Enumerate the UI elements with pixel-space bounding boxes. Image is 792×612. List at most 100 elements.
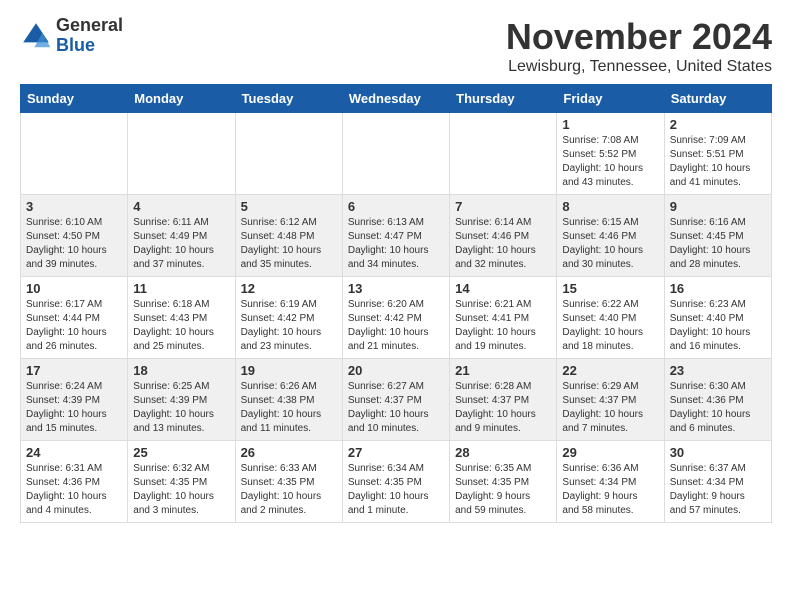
day-info: Sunrise: 6:16 AM Sunset: 4:45 PM Dayligh…	[670, 216, 766, 272]
day-number: 19	[241, 363, 337, 378]
day-number: 17	[26, 363, 122, 378]
calendar-cell: 14 Sunrise: 6:21 AM Sunset: 4:41 PM Dayli…	[450, 277, 557, 359]
day-number: 9	[670, 199, 766, 214]
day-info: Sunrise: 6:14 AM Sunset: 4:46 PM Dayligh…	[455, 216, 551, 272]
day-number: 11	[133, 281, 229, 296]
calendar-cell: 9 Sunrise: 6:16 AM Sunset: 4:45 PM Daylig…	[664, 195, 771, 277]
day-info: Sunrise: 6:23 AM Sunset: 4:40 PM Dayligh…	[670, 298, 766, 354]
calendar-week-row: 3 Sunrise: 6:10 AM Sunset: 4:50 PM Daylig…	[21, 195, 772, 277]
day-number: 2	[670, 117, 766, 132]
calendar-cell: 1 Sunrise: 7:08 AM Sunset: 5:52 PM Daylig…	[557, 113, 664, 195]
calendar-week-row: 24Sunrise: 6:31 AM Sunset: 4:36 PM Dayli…	[21, 441, 772, 523]
day-info: Sunrise: 6:28 AM Sunset: 4:37 PM Dayligh…	[455, 380, 551, 436]
day-number: 25	[133, 445, 229, 460]
calendar-cell: 4 Sunrise: 6:11 AM Sunset: 4:49 PM Daylig…	[128, 195, 235, 277]
month-title: November 2024	[506, 16, 772, 58]
day-info: Sunrise: 6:35 AM Sunset: 4:35 PM Dayligh…	[455, 462, 551, 518]
day-info: Sunrise: 6:12 AM Sunset: 4:48 PM Dayligh…	[241, 216, 337, 272]
day-number: 13	[348, 281, 444, 296]
logo-icon	[20, 20, 52, 52]
day-info: Sunrise: 6:30 AM Sunset: 4:36 PM Dayligh…	[670, 380, 766, 436]
day-number: 4	[133, 199, 229, 214]
day-info: Sunrise: 6:32 AM Sunset: 4:35 PM Dayligh…	[133, 462, 229, 518]
calendar-cell: 24Sunrise: 6:31 AM Sunset: 4:36 PM Dayli…	[21, 441, 128, 523]
calendar-cell: 17 Sunrise: 6:24 AM Sunset: 4:39 PM Dayli…	[21, 359, 128, 441]
day-info: Sunrise: 6:11 AM Sunset: 4:49 PM Dayligh…	[133, 216, 229, 272]
weekday-header-monday: Monday	[128, 85, 235, 113]
day-info: Sunrise: 6:36 AM Sunset: 4:34 PM Dayligh…	[562, 462, 658, 518]
day-number: 6	[348, 199, 444, 214]
page-header: General Blue November 2024 Lewisburg, Te…	[20, 16, 772, 76]
weekday-header-tuesday: Tuesday	[235, 85, 342, 113]
calendar-cell: 6 Sunrise: 6:13 AM Sunset: 4:47 PM Daylig…	[342, 195, 449, 277]
day-info: Sunrise: 6:33 AM Sunset: 4:35 PM Dayligh…	[241, 462, 337, 518]
day-info: Sunrise: 6:22 AM Sunset: 4:40 PM Dayligh…	[562, 298, 658, 354]
day-number: 22	[562, 363, 658, 378]
calendar-cell: 19 Sunrise: 6:26 AM Sunset: 4:38 PM Dayli…	[235, 359, 342, 441]
calendar-table: SundayMondayTuesdayWednesdayThursdayFrid…	[20, 84, 772, 523]
logo-text: General Blue	[56, 16, 123, 56]
day-info: Sunrise: 6:27 AM Sunset: 4:37 PM Dayligh…	[348, 380, 444, 436]
calendar-cell: 5 Sunrise: 6:12 AM Sunset: 4:48 PM Daylig…	[235, 195, 342, 277]
calendar-cell	[128, 113, 235, 195]
day-info: Sunrise: 6:34 AM Sunset: 4:35 PM Dayligh…	[348, 462, 444, 518]
calendar-cell: 20 Sunrise: 6:27 AM Sunset: 4:37 PM Dayli…	[342, 359, 449, 441]
day-info: Sunrise: 6:18 AM Sunset: 4:43 PM Dayligh…	[133, 298, 229, 354]
day-number: 5	[241, 199, 337, 214]
calendar-cell: 18 Sunrise: 6:25 AM Sunset: 4:39 PM Dayli…	[128, 359, 235, 441]
day-number: 21	[455, 363, 551, 378]
day-number: 8	[562, 199, 658, 214]
day-info: Sunrise: 6:19 AM Sunset: 4:42 PM Dayligh…	[241, 298, 337, 354]
calendar-cell	[342, 113, 449, 195]
weekday-header-sunday: Sunday	[21, 85, 128, 113]
calendar-cell: 2 Sunrise: 7:09 AM Sunset: 5:51 PM Daylig…	[664, 113, 771, 195]
logo: General Blue	[20, 16, 123, 56]
day-info: Sunrise: 6:24 AM Sunset: 4:39 PM Dayligh…	[26, 380, 122, 436]
location-subtitle: Lewisburg, Tennessee, United States	[506, 58, 772, 76]
calendar-cell: 30Sunrise: 6:37 AM Sunset: 4:34 PM Dayli…	[664, 441, 771, 523]
calendar-cell: 15 Sunrise: 6:22 AM Sunset: 4:40 PM Dayli…	[557, 277, 664, 359]
day-info: Sunrise: 7:08 AM Sunset: 5:52 PM Dayligh…	[562, 134, 658, 190]
calendar-week-row: 1 Sunrise: 7:08 AM Sunset: 5:52 PM Daylig…	[21, 113, 772, 195]
calendar-cell	[450, 113, 557, 195]
calendar-cell: 26Sunrise: 6:33 AM Sunset: 4:35 PM Dayli…	[235, 441, 342, 523]
calendar-cell: 7 Sunrise: 6:14 AM Sunset: 4:46 PM Daylig…	[450, 195, 557, 277]
day-number: 12	[241, 281, 337, 296]
day-info: Sunrise: 6:29 AM Sunset: 4:37 PM Dayligh…	[562, 380, 658, 436]
day-number: 16	[670, 281, 766, 296]
day-info: Sunrise: 6:10 AM Sunset: 4:50 PM Dayligh…	[26, 216, 122, 272]
calendar-cell: 13 Sunrise: 6:20 AM Sunset: 4:42 PM Dayli…	[342, 277, 449, 359]
day-info: Sunrise: 6:15 AM Sunset: 4:46 PM Dayligh…	[562, 216, 658, 272]
day-number: 14	[455, 281, 551, 296]
weekday-header-row: SundayMondayTuesdayWednesdayThursdayFrid…	[21, 85, 772, 113]
day-number: 7	[455, 199, 551, 214]
calendar-cell: 25 Sunrise: 6:32 AM Sunset: 4:35 PM Dayli…	[128, 441, 235, 523]
calendar-cell: 12 Sunrise: 6:19 AM Sunset: 4:42 PM Dayli…	[235, 277, 342, 359]
day-info: Sunrise: 6:13 AM Sunset: 4:47 PM Dayligh…	[348, 216, 444, 272]
calendar-cell: 23 Sunrise: 6:30 AM Sunset: 4:36 PM Dayli…	[664, 359, 771, 441]
calendar-cell: 16 Sunrise: 6:23 AM Sunset: 4:40 PM Dayli…	[664, 277, 771, 359]
weekday-header-friday: Friday	[557, 85, 664, 113]
day-number: 20	[348, 363, 444, 378]
day-number: 27	[348, 445, 444, 460]
day-number: 3	[26, 199, 122, 214]
calendar-cell: 3 Sunrise: 6:10 AM Sunset: 4:50 PM Daylig…	[21, 195, 128, 277]
day-info: Sunrise: 6:20 AM Sunset: 4:42 PM Dayligh…	[348, 298, 444, 354]
day-number: 15	[562, 281, 658, 296]
day-number: 23	[670, 363, 766, 378]
calendar-cell: 28Sunrise: 6:35 AM Sunset: 4:35 PM Dayli…	[450, 441, 557, 523]
calendar-cell	[21, 113, 128, 195]
title-block: November 2024 Lewisburg, Tennessee, Unit…	[506, 16, 772, 76]
day-info: Sunrise: 7:09 AM Sunset: 5:51 PM Dayligh…	[670, 134, 766, 190]
day-info: Sunrise: 6:26 AM Sunset: 4:38 PM Dayligh…	[241, 380, 337, 436]
day-number: 1	[562, 117, 658, 132]
calendar-week-row: 10Sunrise: 6:17 AM Sunset: 4:44 PM Dayli…	[21, 277, 772, 359]
calendar-cell: 27 Sunrise: 6:34 AM Sunset: 4:35 PM Dayli…	[342, 441, 449, 523]
day-info: Sunrise: 6:25 AM Sunset: 4:39 PM Dayligh…	[133, 380, 229, 436]
day-number: 18	[133, 363, 229, 378]
day-number: 29	[562, 445, 658, 460]
day-info: Sunrise: 6:17 AM Sunset: 4:44 PM Dayligh…	[26, 298, 122, 354]
calendar-cell	[235, 113, 342, 195]
day-info: Sunrise: 6:21 AM Sunset: 4:41 PM Dayligh…	[455, 298, 551, 354]
calendar-cell: 21 Sunrise: 6:28 AM Sunset: 4:37 PM Dayli…	[450, 359, 557, 441]
